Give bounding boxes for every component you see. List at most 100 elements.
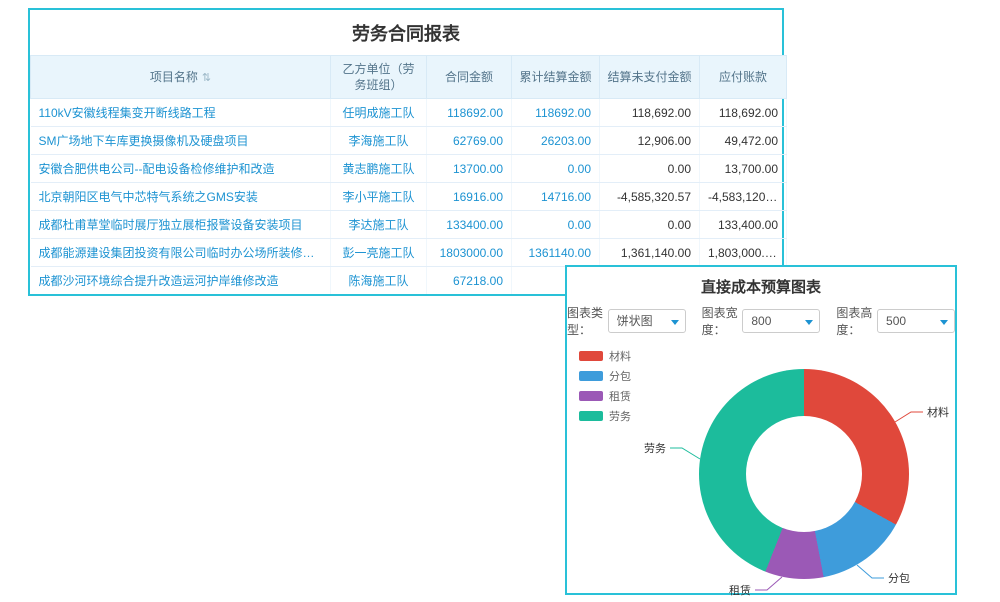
table-cell: 0.00 — [600, 155, 700, 183]
table-cell: 陈海施工队 — [331, 267, 427, 295]
table-cell: 黄志鹏施工队 — [331, 155, 427, 183]
labor-contract-report-card: 劳务合同报表 项目名称 ⇅ 乙方单位（劳务班组） 合同金额 累计结算金额 结算未支付金额 应… — [28, 8, 784, 296]
table-row: 成都杜甫草堂临时展厅独立展柜报警设备安装项目李达施工队133400.000.00… — [31, 211, 787, 239]
legend-swatch — [579, 371, 603, 381]
table-cell: 彭一亮施工队 — [331, 239, 427, 267]
table-cell: 李小平施工队 — [331, 183, 427, 211]
chart-legend: 材料分包租赁劳务 — [579, 348, 631, 424]
legend-label: 劳务 — [609, 408, 631, 424]
project-name-cell: 成都能源建设集团投资有限公司临时办公场所装修改造工程EPC — [31, 239, 331, 267]
sort-icon[interactable]: ⇅ — [202, 72, 211, 84]
chart-width-control: 图表宽度： 800 — [702, 304, 821, 338]
table-cell: 1803000.00 — [427, 239, 512, 267]
table-cell: 1,361,140.00 — [600, 239, 700, 267]
table-row: SM广场地下车库更换摄像机及硬盘项目李海施工队62769.0026203.001… — [31, 127, 787, 155]
column-header-2: 合同金额 — [427, 56, 512, 99]
legend-label: 租赁 — [609, 388, 631, 404]
table-cell: 118692.00 — [512, 99, 600, 127]
chart-height-control: 图表高度： 500 — [836, 304, 955, 338]
column-header-label: 结算未支付金额 — [607, 70, 691, 84]
table-cell: 任明成施工队 — [331, 99, 427, 127]
chart-width-value: 800 — [751, 314, 771, 328]
table-row: 110kV安徽线程集变开断线路工程任明成施工队118692.00118692.0… — [31, 99, 787, 127]
table-row: 安徽合肥供电公司--配电设备检修维护和改造黄志鹏施工队13700.000.000… — [31, 155, 787, 183]
column-header-label: 累计结算金额 — [519, 70, 591, 84]
label-line-labor — [670, 448, 700, 459]
table-cell: 12,906.00 — [600, 127, 700, 155]
legend-swatch — [579, 351, 603, 361]
pie-chart-area: 材料分包租赁劳务 材料 分包 租赁 劳务 — [567, 342, 955, 602]
legend-label: 材料 — [609, 348, 631, 364]
project-name-cell: 安徽合肥供电公司--配电设备检修维护和改造 — [31, 155, 331, 183]
cost-budget-chart-panel: 直接成本预算图表 图表类型： 饼状图 图表宽度： 800 图表高度： 500 材… — [565, 265, 957, 595]
project-name-cell: 成都杜甫草堂临时展厅独立展柜报警设备安装项目 — [31, 211, 331, 239]
table-cell: 14716.00 — [512, 183, 600, 211]
table-cell: 49,472.00 — [700, 127, 787, 155]
table-cell: 李海施工队 — [331, 127, 427, 155]
pie-label-subcontract: 分包 — [888, 572, 910, 585]
table-cell: 0.00 — [512, 211, 600, 239]
table-cell: 1361140.00 — [512, 239, 600, 267]
caret-down-icon — [805, 320, 813, 325]
table-cell: 13,700.00 — [700, 155, 787, 183]
table-row: 成都能源建设集团投资有限公司临时办公场所装修改造工程EPC彭一亮施工队18030… — [31, 239, 787, 267]
chart-type-value: 饼状图 — [617, 314, 653, 328]
legend-label: 分包 — [609, 368, 631, 384]
column-header-label: 合同金额 — [445, 70, 493, 84]
caret-down-icon — [671, 320, 679, 325]
project-name-cell: 成都沙河环境综合提升改造运河护岸维修改造 — [31, 267, 331, 295]
chart-title: 直接成本预算图表 — [567, 267, 955, 304]
caret-down-icon — [940, 320, 948, 325]
chart-height-value: 500 — [886, 314, 906, 328]
column-header-label: 项目名称 — [150, 70, 198, 84]
table-cell: 118,692.00 — [700, 99, 787, 127]
legend-item[interactable]: 劳务 — [579, 408, 631, 424]
legend-swatch — [579, 411, 603, 421]
table-cell: 118692.00 — [427, 99, 512, 127]
table-cell: 13700.00 — [427, 155, 512, 183]
chart-type-control: 图表类型： 饼状图 — [567, 304, 686, 338]
chart-height-select[interactable]: 500 — [877, 309, 955, 333]
column-header-label: 乙方单位（劳务班组） — [342, 62, 414, 92]
column-header-4: 结算未支付金额 — [600, 56, 700, 99]
label-line-material — [895, 412, 923, 422]
project-name-cell: 110kV安徽线程集变开断线路工程 — [31, 99, 331, 127]
project-name-cell: SM广场地下车库更换摄像机及硬盘项目 — [31, 127, 331, 155]
table-cell: 李达施工队 — [331, 211, 427, 239]
table-cell: 133400.00 — [427, 211, 512, 239]
table-row: 北京朝阳区电气中芯特气系统之GMS安装李小平施工队16916.0014716.0… — [31, 183, 787, 211]
legend-item[interactable]: 材料 — [579, 348, 631, 364]
pie-label-material: 材料 — [927, 405, 949, 419]
table-cell: -4,583,120.57 — [700, 183, 787, 211]
label-line-subcontract — [857, 565, 884, 578]
table-cell: 16916.00 — [427, 183, 512, 211]
pie-label-lease: 租赁 — [729, 583, 751, 597]
column-header-label: 应付账款 — [719, 70, 767, 84]
table-header-row: 项目名称 ⇅ 乙方单位（劳务班组） 合同金额 累计结算金额 结算未支付金额 应付账款 — [31, 56, 787, 99]
table-cell: 0.00 — [512, 155, 600, 183]
legend-swatch — [579, 391, 603, 401]
chart-controls: 图表类型： 饼状图 图表宽度： 800 图表高度： 500 — [567, 304, 955, 338]
table-cell: 62769.00 — [427, 127, 512, 155]
label-line-lease — [755, 577, 782, 590]
legend-item[interactable]: 分包 — [579, 368, 631, 384]
chart-width-select[interactable]: 800 — [742, 309, 820, 333]
chart-type-select[interactable]: 饼状图 — [608, 309, 686, 333]
column-header-5: 应付账款 — [700, 56, 787, 99]
column-header-3: 累计结算金额 — [512, 56, 600, 99]
chart-width-label: 图表宽度： — [702, 304, 740, 338]
table-cell: 67218.00 — [427, 267, 512, 295]
labor-contract-table: 项目名称 ⇅ 乙方单位（劳务班组） 合同金额 累计结算金额 结算未支付金额 应付账款 110… — [30, 55, 787, 294]
report-title: 劳务合同报表 — [30, 10, 782, 55]
legend-item[interactable]: 租赁 — [579, 388, 631, 404]
chart-height-label: 图表高度： — [836, 304, 874, 338]
donut-chart[interactable] — [699, 369, 909, 579]
table-cell: 118,692.00 — [600, 99, 700, 127]
table-cell: -4,585,320.57 — [600, 183, 700, 211]
table-cell: 133,400.00 — [700, 211, 787, 239]
table-cell: 1,803,000.00 — [700, 239, 787, 267]
project-name-cell: 北京朝阳区电气中芯特气系统之GMS安装 — [31, 183, 331, 211]
table-cell: 0.00 — [600, 211, 700, 239]
pie-label-labor: 劳务 — [644, 442, 666, 455]
chart-type-label: 图表类型： — [567, 304, 605, 338]
